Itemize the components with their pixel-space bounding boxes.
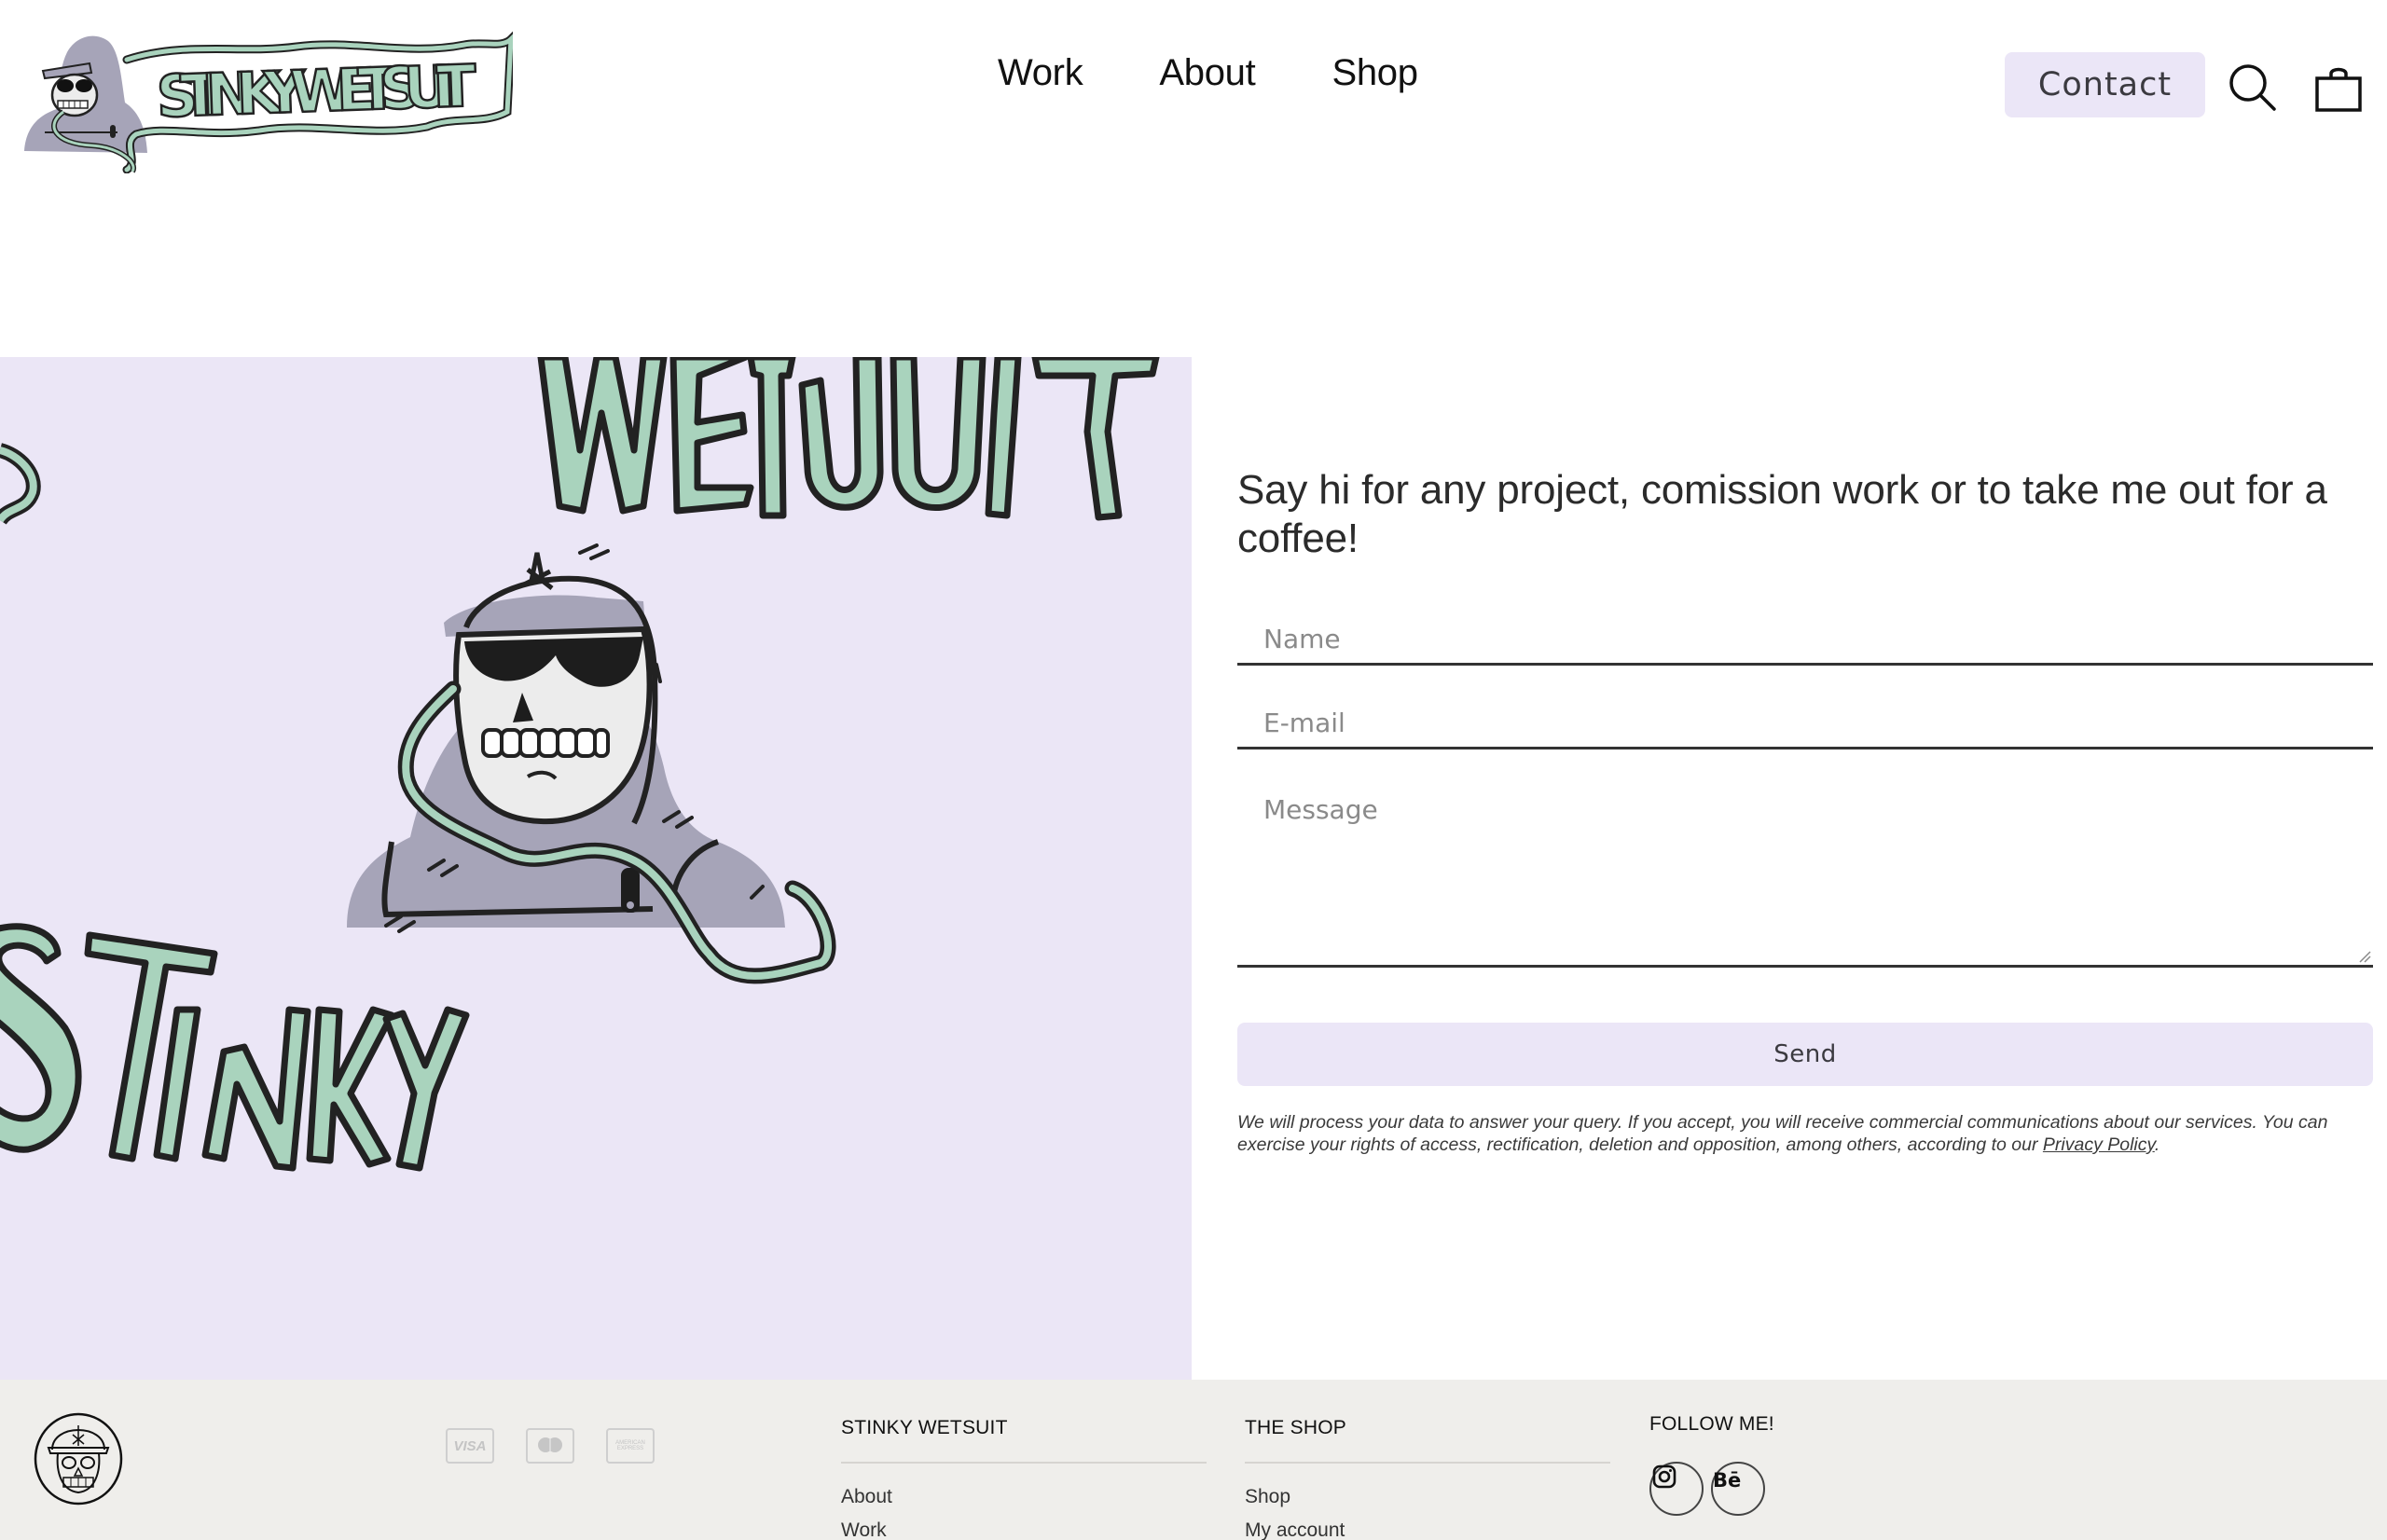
footer-divider xyxy=(1245,1462,1610,1464)
name-field xyxy=(1237,615,2373,666)
shopping-bag-icon xyxy=(2315,67,2362,112)
email-input[interactable] xyxy=(1237,699,2373,746)
message-textarea[interactable] xyxy=(1237,781,2373,962)
send-button[interactable]: Send xyxy=(1237,1023,2373,1086)
nav-work[interactable]: Work xyxy=(998,52,1083,94)
site-logo[interactable]: STINKY WETSUIT xyxy=(17,22,517,174)
social-links: Bē xyxy=(1649,1462,1774,1516)
stinky-lettering xyxy=(0,923,470,1172)
footer-column-title: FOLLOW ME! xyxy=(1649,1413,1774,1435)
site-header: STINKY WETSUIT Work About Shop Contact xyxy=(0,0,2387,186)
footer-logo[interactable] xyxy=(32,1412,125,1506)
payment-methods: VISA AMERICAN EXPRESS xyxy=(446,1428,655,1464)
message-field xyxy=(1237,781,2373,968)
footer-column-shop: THE SHOP Shop My account xyxy=(1245,1417,1610,1540)
search-button[interactable] xyxy=(2223,58,2283,117)
privacy-notice: We will process your data to answer your… xyxy=(1237,1111,2373,1156)
privacy-notice-text: We will process your data to answer your… xyxy=(1237,1112,2328,1155)
visa-card-icon: VISA xyxy=(446,1428,494,1464)
footer-link-about[interactable]: About xyxy=(841,1480,1207,1514)
footer-link-shop[interactable]: Shop xyxy=(1245,1480,1610,1514)
skeleton-illustration xyxy=(0,357,1160,1172)
skull-badge-icon xyxy=(34,1412,123,1506)
behance-link[interactable]: Bē xyxy=(1711,1462,1765,1516)
email-field xyxy=(1237,699,2373,749)
contact-button[interactable]: Contact xyxy=(2005,52,2205,117)
instagram-icon xyxy=(1652,1464,1676,1489)
hero-illustration xyxy=(0,357,1192,1380)
footer-column-title: THE SHOP xyxy=(1245,1417,1346,1438)
logo-illustration: STINKY WETSUIT xyxy=(24,28,517,174)
footer-column-follow: FOLLOW ME! Bē xyxy=(1649,1413,1774,1516)
name-input[interactable] xyxy=(1237,615,2373,662)
privacy-notice-end: . xyxy=(2154,1134,2160,1155)
nav-about[interactable]: About xyxy=(1159,52,1255,94)
footer-column-title: STINKY WETSUIT xyxy=(841,1417,1008,1438)
search-icon xyxy=(2229,64,2276,111)
mastercard-card-icon xyxy=(526,1428,574,1464)
main-nav: Work About Shop xyxy=(998,52,1418,94)
svg-text:STINKY WETSUIT: STINKY WETSUIT xyxy=(156,51,477,131)
wetsuit-lettering xyxy=(537,357,1160,521)
footer-link-work[interactable]: Work xyxy=(841,1514,1207,1540)
footer-link-my-account[interactable]: My account xyxy=(1245,1514,1610,1540)
footer-divider xyxy=(841,1462,1207,1464)
behance-icon: Bē xyxy=(1713,1469,1742,1492)
amex-card-icon: AMERICAN EXPRESS xyxy=(606,1428,655,1464)
site-footer: VISA AMERICAN EXPRESS STINKY WETSUIT Abo… xyxy=(0,1380,2387,1540)
instagram-link[interactable] xyxy=(1649,1462,1704,1516)
privacy-policy-link[interactable]: Privacy Policy xyxy=(2043,1134,2155,1155)
nav-shop[interactable]: Shop xyxy=(1331,52,1418,94)
footer-column-brand: STINKY WETSUIT About Work xyxy=(841,1417,1207,1540)
cart-button[interactable] xyxy=(2309,58,2368,117)
mastercard-circles-icon xyxy=(538,1437,562,1452)
contact-form: Say hi for any project, comission work o… xyxy=(1237,466,2373,1155)
form-title: Say hi for any project, comission work o… xyxy=(1237,467,2327,561)
resize-handle-icon[interactable] xyxy=(2358,950,2371,963)
